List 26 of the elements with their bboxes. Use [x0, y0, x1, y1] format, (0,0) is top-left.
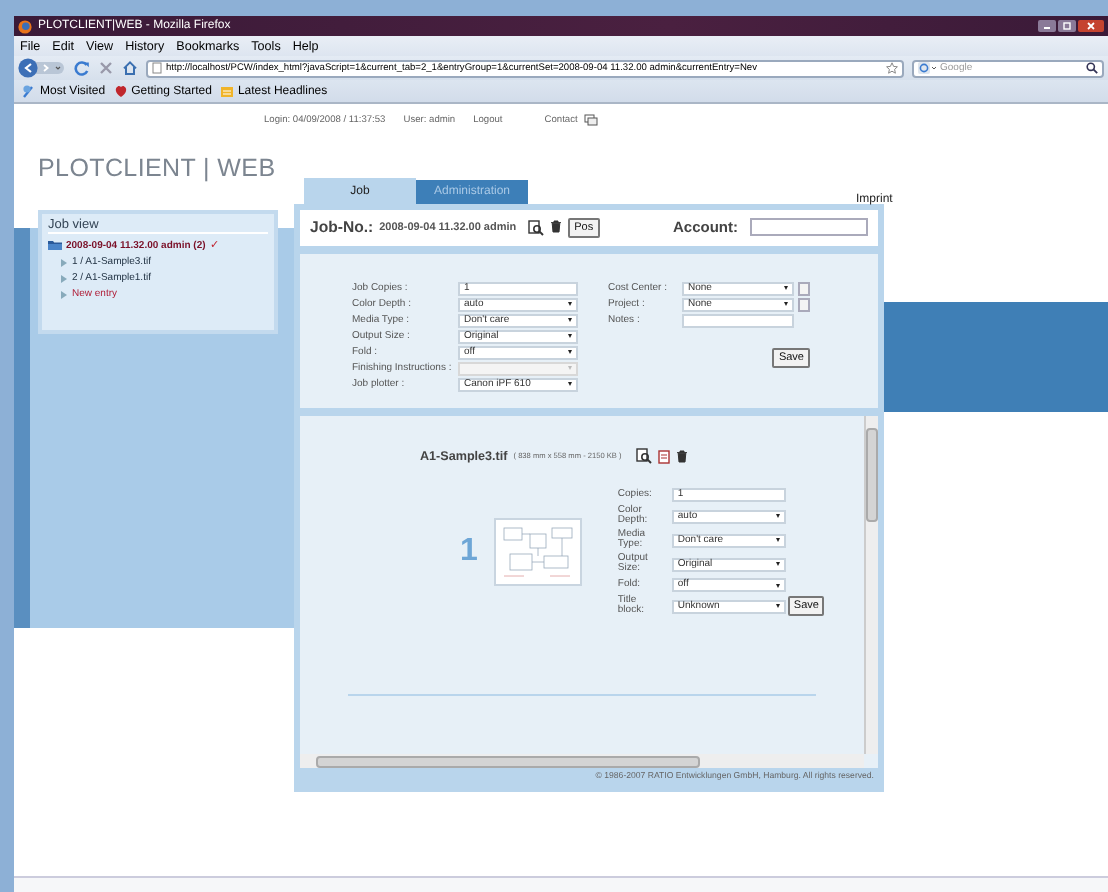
thumbnail-drawing: [493, 518, 582, 586]
back-forward-buttons[interactable]: [18, 58, 66, 78]
input-field[interactable]: [682, 313, 794, 328]
trash-icon[interactable]: [675, 449, 688, 463]
maximize-button[interactable]: [1058, 20, 1076, 32]
home-icon[interactable]: [122, 60, 138, 76]
document-icon[interactable]: [657, 449, 670, 463]
reload-icon[interactable]: [74, 60, 90, 76]
file-index: 1: [460, 534, 478, 570]
edit-icon[interactable]: [635, 448, 652, 464]
vertical-scrollbar[interactable]: [864, 416, 878, 754]
account-field[interactable]: [750, 218, 868, 237]
open-folder-icon[interactable]: [48, 240, 62, 250]
horizontal-scrollbar[interactable]: [300, 754, 864, 768]
site-logo: PLOTCLIENT | WEB: [36, 152, 278, 182]
edit-icon[interactable]: [528, 219, 545, 236]
firefox-icon: [18, 19, 32, 33]
search-icon[interactable]: [1086, 62, 1098, 74]
minimize-button[interactable]: [1038, 20, 1056, 32]
page-icon: [152, 62, 162, 74]
contact-icon[interactable]: [583, 114, 598, 126]
trash-icon[interactable]: [550, 220, 563, 235]
heart-icon[interactable]: [113, 84, 128, 98]
stop-icon[interactable]: [98, 60, 114, 76]
close-button[interactable]: [1078, 20, 1104, 32]
search-engine-icon[interactable]: [918, 62, 936, 74]
